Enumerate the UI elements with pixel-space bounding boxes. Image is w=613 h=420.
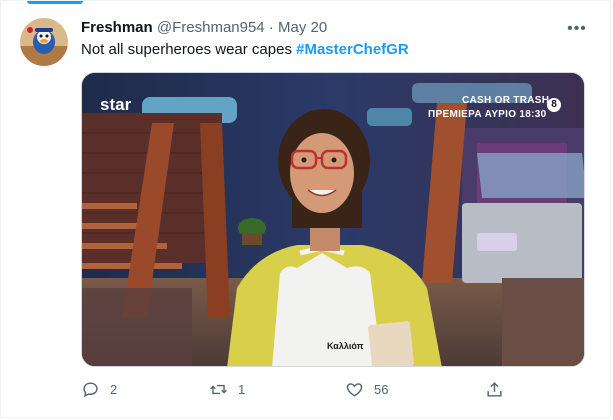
tweet-media[interactable]: star CASH OR TRASH ΠΡΕΜΙΕΡΑ ΑΥΡΙΟ 18:30 …: [81, 72, 585, 367]
avatar-image: [20, 18, 68, 66]
author-name[interactable]: Freshman: [81, 19, 153, 36]
tweet-body: Not all superheroes wear capes: [81, 41, 297, 58]
like-button[interactable]: 56: [345, 375, 388, 403]
avatar[interactable]: [20, 18, 68, 66]
retweet-icon: [210, 384, 227, 394]
retweet-button[interactable]: 1: [209, 375, 245, 403]
tweet-actions: 2 1 56: [81, 375, 511, 403]
heart-icon: [346, 382, 363, 397]
like-count: 56: [374, 381, 389, 397]
tweet-header: Freshman @Freshman954 · May 20: [81, 18, 327, 38]
apron-label: Καλλιόπ: [327, 341, 364, 351]
promo-subtitle: ΠΡΕΜΙΕΡΑ ΑΥΡΙΟ 18:30: [428, 109, 547, 120]
reply-button[interactable]: 2: [81, 375, 117, 403]
hashtag-link[interactable]: #MasterChefGR: [296, 41, 409, 58]
reply-count: 2: [110, 381, 118, 397]
more-options-icon[interactable]: •••: [567, 19, 587, 39]
share-icon: [487, 381, 502, 397]
header-separator: ·: [268, 19, 274, 36]
reply-icon: [83, 381, 98, 397]
share-button[interactable]: [485, 375, 504, 403]
retweet-count: 1: [238, 381, 246, 397]
tweet-card[interactable]: Freshman @Freshman954 · May 20 ••• Not a…: [0, 0, 611, 418]
author-handle[interactable]: @Freshman954: [157, 19, 265, 36]
tweet-text: Not all superheroes wear capes #MasterCh…: [81, 40, 409, 60]
tweet-date[interactable]: May 20: [278, 19, 327, 36]
channel-logo: star: [100, 95, 132, 114]
promo-title: CASH OR TRASH: [462, 95, 550, 106]
rating-badge: 8: [547, 98, 561, 112]
